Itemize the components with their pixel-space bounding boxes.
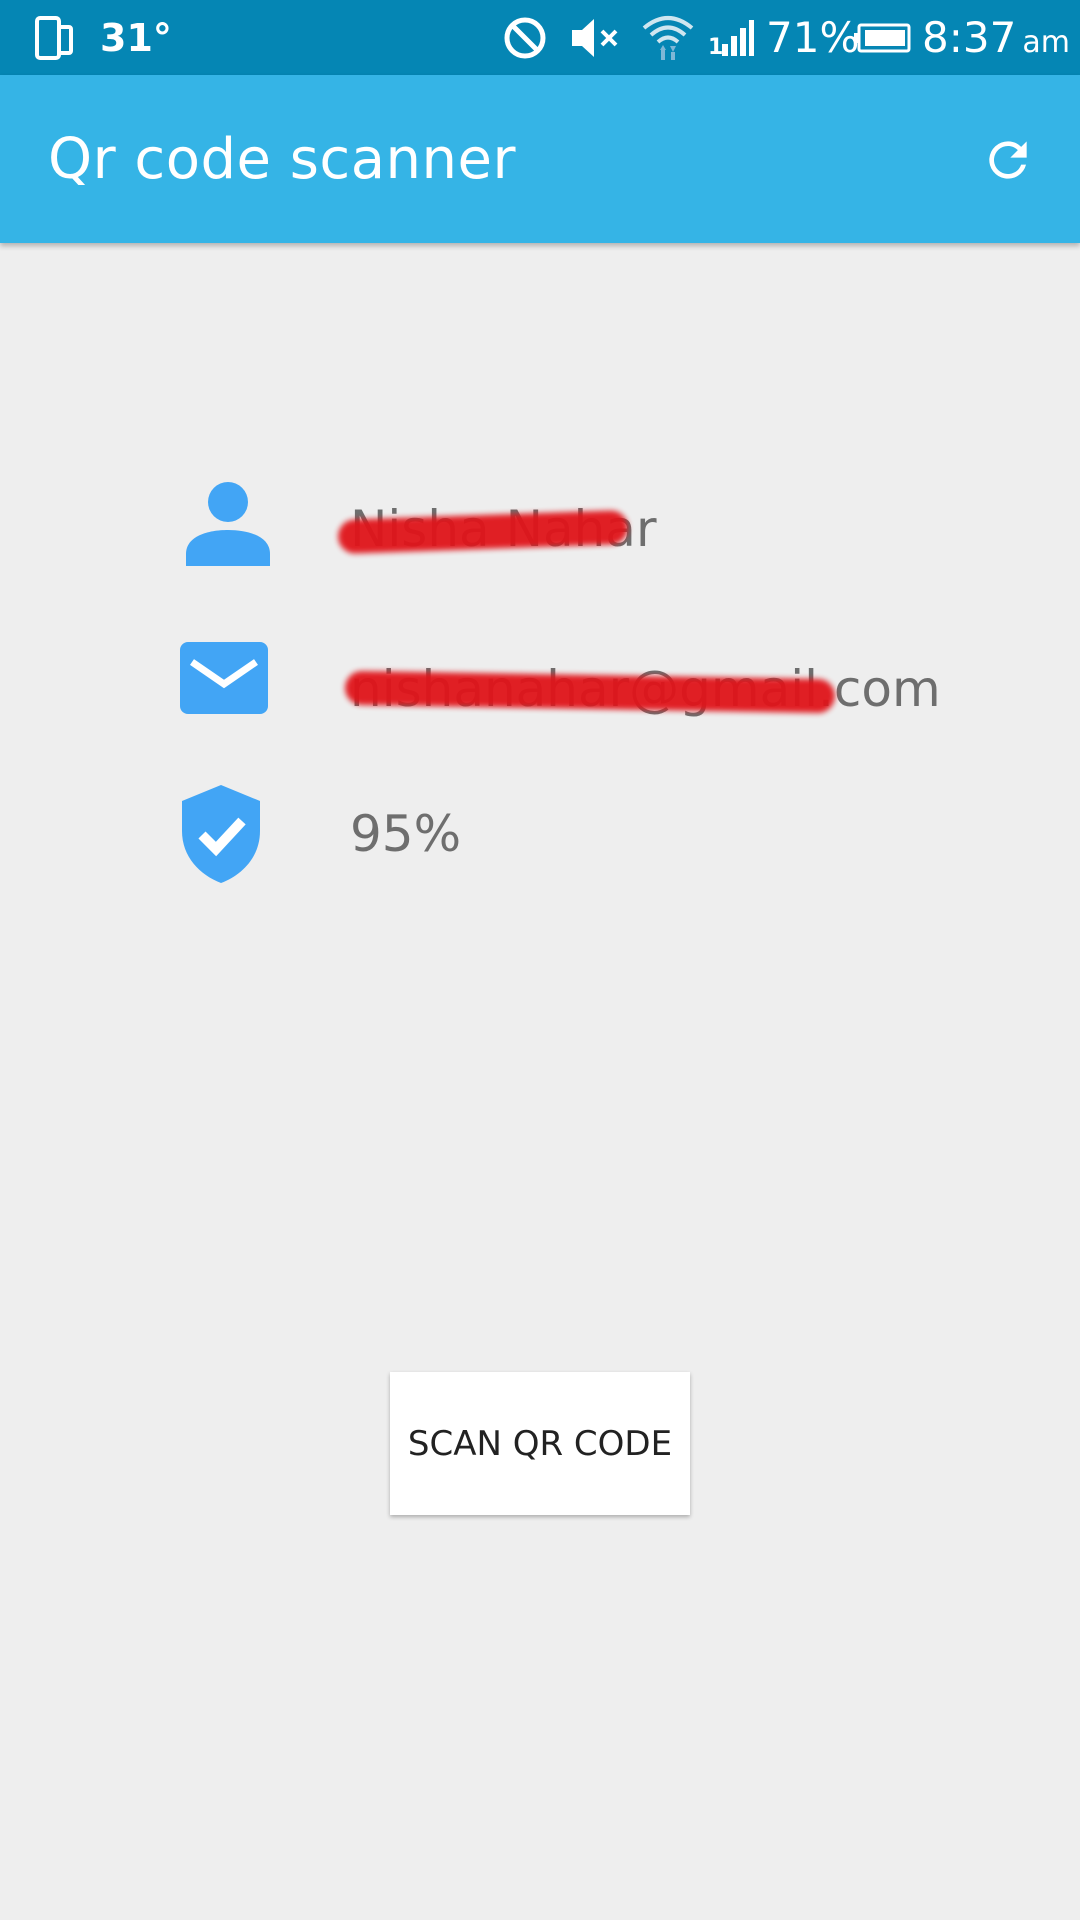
person-icon bbox=[178, 478, 278, 578]
battery-icon bbox=[853, 0, 911, 75]
signal-icon: 1 bbox=[708, 0, 756, 75]
status-bar: 31° 1 71% 8:37 am bbox=[0, 0, 1080, 75]
clock-time: 8:37 bbox=[922, 13, 1017, 62]
clock-ampm: am bbox=[1022, 25, 1070, 60]
temperature-text: 31° bbox=[100, 15, 172, 60]
scan-qr-code-button[interactable]: SCAN QR CODE bbox=[390, 1372, 690, 1515]
clock: 8:37 am bbox=[922, 0, 1070, 75]
refresh-button[interactable] bbox=[975, 127, 1041, 193]
battery-percent: 71% bbox=[766, 13, 860, 62]
mute-icon bbox=[570, 0, 624, 75]
match-score: 95% bbox=[350, 805, 462, 863]
phone-tablet-icon bbox=[34, 0, 74, 75]
verified-shield-icon bbox=[178, 783, 278, 883]
app-title: Qr code scanner bbox=[48, 126, 516, 192]
wifi-icon bbox=[640, 0, 696, 75]
do-not-disturb-icon bbox=[502, 0, 548, 75]
refresh-icon bbox=[989, 141, 1027, 179]
email-icon bbox=[178, 640, 278, 740]
svg-text:1: 1 bbox=[708, 35, 723, 58]
app-bar: Qr code scanner bbox=[0, 75, 1080, 243]
